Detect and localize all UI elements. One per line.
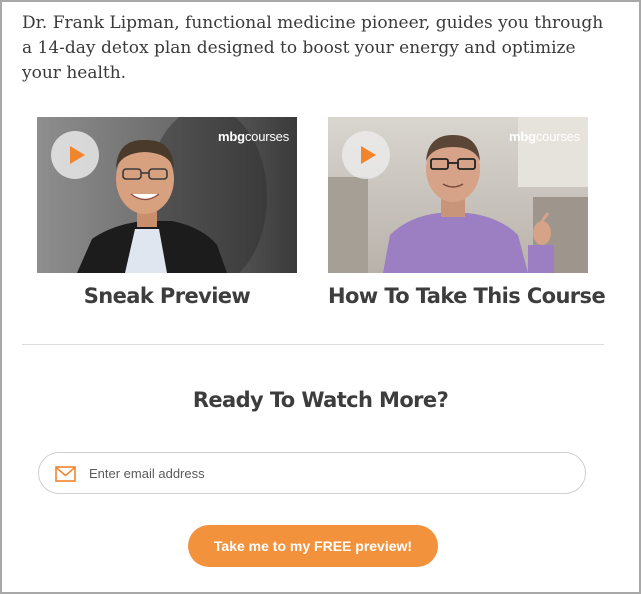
video-card-sneak-preview: mbgcourses Sneak Preview — [37, 117, 297, 308]
mbgcourses-logo: mbgcourses — [509, 129, 580, 144]
video-thumbnail[interactable]: mbgcourses — [37, 117, 297, 273]
video-card-how-to-take-course: mbgcourses How To Take This Course — [328, 117, 606, 308]
section-divider — [22, 344, 604, 345]
video-title-how-to-take-course[interactable]: How To Take This Course — [328, 284, 606, 308]
free-preview-button[interactable]: Take me to my FREE preview! — [188, 525, 438, 567]
cta-heading: Ready To Watch More? — [192, 388, 449, 412]
email-field-wrapper — [38, 452, 586, 494]
intro-text: Dr. Frank Lipman, functional medicine pi… — [22, 13, 604, 83]
play-icon[interactable] — [51, 131, 99, 179]
mbgcourses-logo: mbgcourses — [218, 129, 289, 144]
email-input[interactable] — [89, 461, 569, 485]
play-icon[interactable] — [342, 131, 390, 179]
envelope-icon — [55, 466, 76, 482]
video-title-sneak-preview[interactable]: Sneak Preview — [37, 284, 297, 308]
video-thumbnail[interactable]: mbgcourses — [328, 117, 588, 273]
